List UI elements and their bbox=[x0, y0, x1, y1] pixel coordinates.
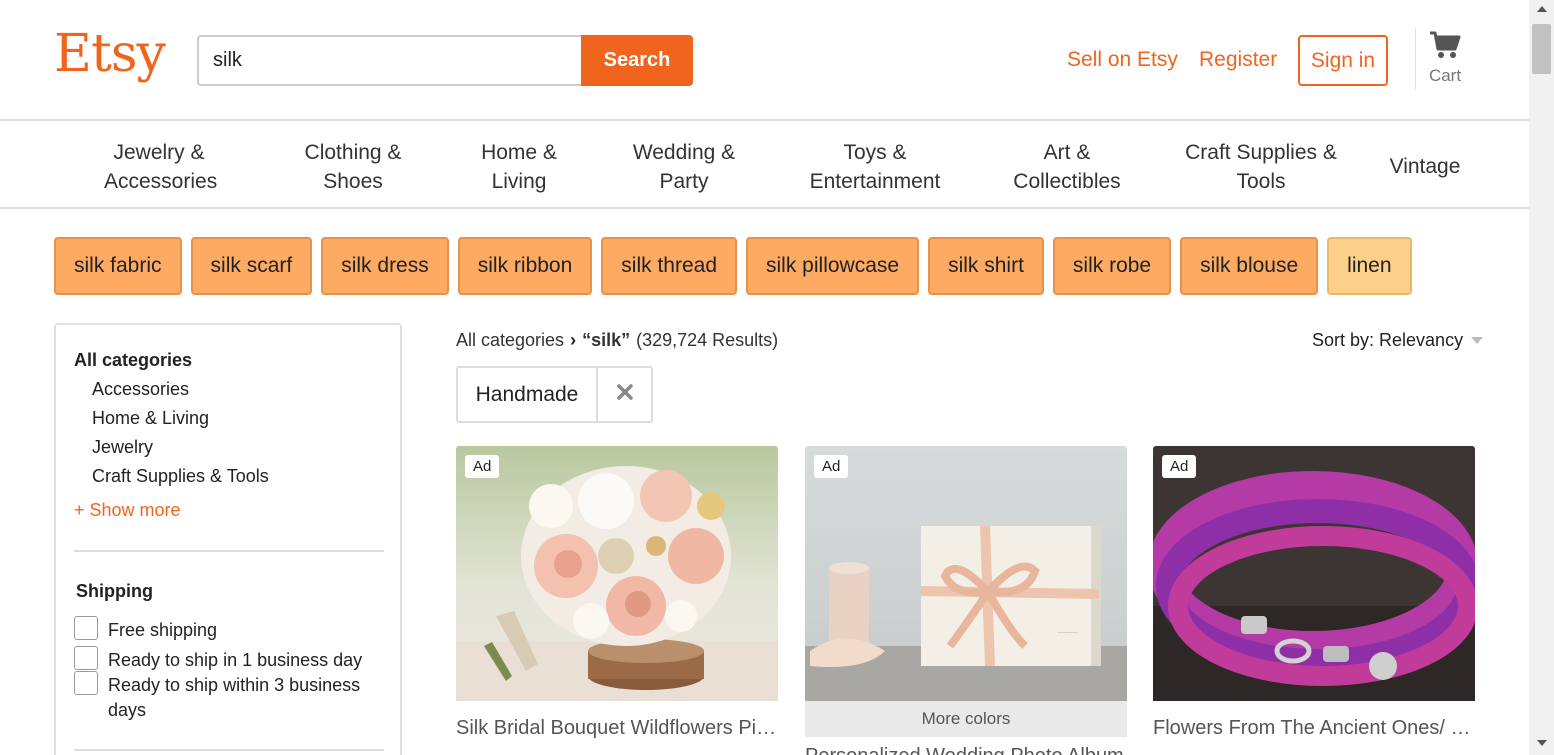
chevron-right-icon: › bbox=[570, 330, 577, 350]
chip-silk-ribbon[interactable]: silk ribbon bbox=[457, 237, 593, 295]
more-colors-label[interactable]: More colors bbox=[805, 701, 1127, 737]
ship-1-day-option[interactable]: Ready to ship in 1 business day bbox=[74, 646, 362, 673]
sort-label: Sort by: Relevancy bbox=[1312, 330, 1464, 350]
scroll-thumb[interactable] bbox=[1532, 24, 1551, 74]
active-filter: Handmade bbox=[456, 366, 653, 423]
free-shipping-option[interactable]: Free shipping bbox=[74, 616, 217, 643]
listing-title[interactable]: Silk Bridal Bouquet Wildflowers Pink Cha… bbox=[456, 717, 778, 740]
sidebar-divider bbox=[74, 749, 384, 751]
free-shipping-label: Free shipping bbox=[108, 620, 218, 640]
sign-in-button[interactable]: Sign in bbox=[1298, 35, 1388, 86]
category-jewelry-accessories[interactable]: Jewelry & Accessories bbox=[104, 138, 217, 196]
listing-card[interactable]: ·········· Ad More colors Personalized W… bbox=[805, 446, 1127, 755]
category-toys-entertainment[interactable]: Toys & Entertainment bbox=[802, 138, 948, 196]
cart-label: Cart bbox=[1428, 66, 1462, 85]
sidebar-item-accessories[interactable]: Accessories bbox=[92, 379, 189, 400]
chip-silk-shirt[interactable]: silk shirt bbox=[928, 237, 1044, 295]
remove-filter-button[interactable] bbox=[598, 368, 651, 421]
ship-3-days-checkbox[interactable] bbox=[74, 671, 98, 695]
chip-silk-fabric[interactable]: silk fabric bbox=[54, 237, 182, 295]
ship-1-day-label: Ready to ship in 1 business day bbox=[108, 650, 363, 670]
scrollbar[interactable] bbox=[1529, 0, 1554, 755]
cart-button[interactable]: Cart bbox=[1422, 30, 1468, 86]
listing-image-bracelet[interactable]: Ad bbox=[1153, 446, 1475, 701]
category-clothing-shoes[interactable]: Clothing & Shoes bbox=[297, 138, 409, 196]
listing-title[interactable]: Personalized Wedding Photo Album bbox=[805, 745, 1127, 755]
sidebar-item-home-living[interactable]: Home & Living bbox=[92, 408, 209, 429]
category-craft-supplies-tools[interactable]: Craft Supplies & Tools bbox=[1178, 138, 1344, 196]
sidebar-title[interactable]: All categories bbox=[74, 350, 192, 371]
ad-badge: Ad bbox=[814, 455, 849, 478]
related-searches: silk fabric silk scarf silk dress silk r… bbox=[54, 237, 1412, 295]
etsy-logo[interactable]: Etsy bbox=[54, 28, 166, 80]
register-link[interactable]: Register bbox=[1199, 48, 1277, 72]
listing-image-bouquet[interactable]: Ad bbox=[456, 446, 778, 701]
scroll-up-icon[interactable] bbox=[1537, 6, 1547, 12]
close-icon bbox=[616, 384, 633, 405]
search-query: “silk” bbox=[582, 330, 631, 350]
sort-dropdown[interactable]: Sort by: Relevancy bbox=[1312, 330, 1484, 351]
chip-silk-blouse[interactable]: silk blouse bbox=[1180, 237, 1319, 295]
category-vintage[interactable]: Vintage bbox=[1384, 152, 1466, 181]
listing-image-photo-album[interactable]: ·········· Ad bbox=[805, 446, 1127, 701]
ship-1-day-checkbox[interactable] bbox=[74, 646, 98, 670]
caret-down-icon bbox=[1471, 337, 1484, 344]
breadcrumb-root[interactable]: All categories bbox=[456, 330, 564, 351]
chip-silk-robe[interactable]: silk robe bbox=[1052, 237, 1172, 295]
ad-badge: Ad bbox=[1162, 455, 1197, 478]
sell-on-etsy-link[interactable]: Sell on Etsy bbox=[1067, 48, 1178, 72]
filter-sidebar: All categories Accessories Home & Living… bbox=[54, 323, 402, 755]
chip-silk-pillowcase[interactable]: silk pillowcase bbox=[746, 237, 920, 295]
ad-badge: Ad bbox=[465, 455, 500, 478]
breadcrumb: All categories › “silk” (329,724 Results… bbox=[456, 330, 778, 351]
category-nav: Jewelry & Accessories Clothing & Shoes Hom… bbox=[0, 121, 1529, 209]
listing-title[interactable]: Flowers From The Ancient Ones/ knitted s… bbox=[1153, 717, 1475, 740]
filter-label: Handmade bbox=[458, 368, 598, 421]
sidebar-item-craft-supplies[interactable]: Craft Supplies & Tools bbox=[92, 466, 269, 487]
header-divider bbox=[1415, 28, 1416, 90]
ship-3-days-option[interactable]: Ready to ship within 3 business days bbox=[74, 671, 374, 723]
chip-silk-scarf[interactable]: silk scarf bbox=[190, 237, 313, 295]
result-count: (329,724 Results) bbox=[636, 330, 779, 350]
listing-card[interactable]: Ad Silk Bridal Bouquet Wildflowers Pink … bbox=[456, 446, 778, 740]
svg-text:··········: ·········· bbox=[1057, 630, 1077, 636]
chip-silk-dress[interactable]: silk dress bbox=[321, 237, 449, 295]
sidebar-divider bbox=[74, 550, 384, 552]
scroll-down-icon[interactable] bbox=[1537, 740, 1547, 746]
search-bar: Search bbox=[197, 35, 693, 86]
free-shipping-checkbox[interactable] bbox=[74, 616, 98, 640]
category-wedding-party[interactable]: Wedding & Party bbox=[625, 138, 743, 196]
search-button[interactable]: Search bbox=[581, 35, 693, 86]
category-art-collectibles[interactable]: Art & Collectibles bbox=[1008, 138, 1126, 196]
chip-linen[interactable]: linen bbox=[1327, 237, 1412, 295]
listing-card[interactable]: Ad Flowers From The Ancient Ones/ knitte… bbox=[1153, 446, 1475, 740]
shipping-title: Shipping bbox=[76, 581, 153, 601]
chip-silk-thread[interactable]: silk thread bbox=[601, 237, 738, 295]
cart-icon bbox=[1422, 30, 1468, 60]
ship-3-days-label: Ready to ship within 3 business days bbox=[108, 675, 361, 720]
sidebar-item-jewelry[interactable]: Jewelry bbox=[92, 437, 153, 458]
search-input[interactable] bbox=[197, 35, 581, 86]
site-header: Etsy Search Sell on Etsy Register Sign i… bbox=[0, 0, 1529, 121]
category-home-living[interactable]: Home & Living bbox=[473, 138, 565, 196]
show-more-link[interactable]: + Show more bbox=[74, 500, 181, 521]
